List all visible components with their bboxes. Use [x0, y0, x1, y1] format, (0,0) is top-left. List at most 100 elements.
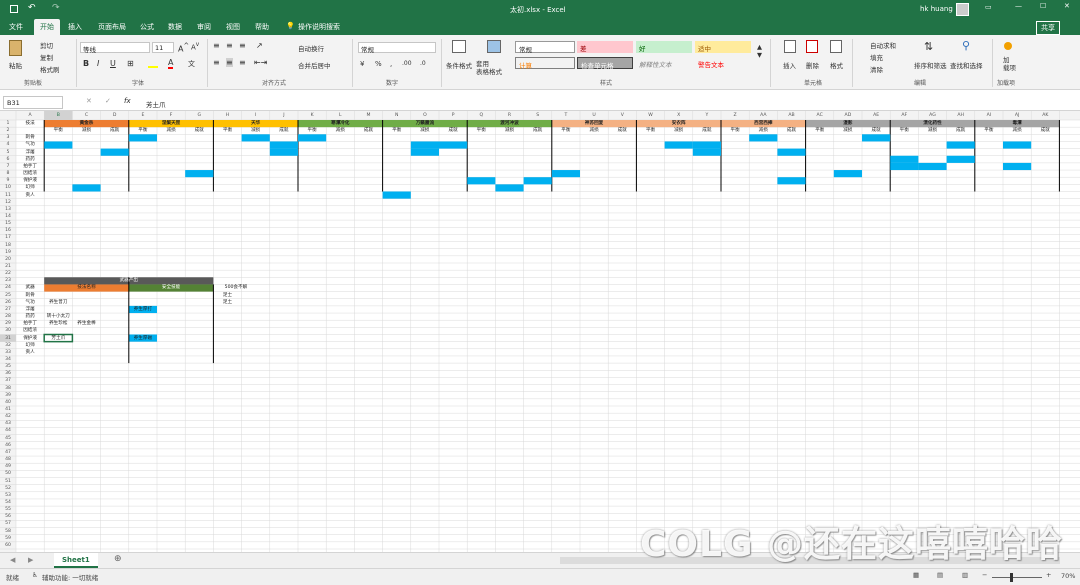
insert-cells-icon[interactable] [784, 40, 796, 53]
row-header[interactable]: 49 [0, 463, 16, 470]
save-icon[interactable] [10, 5, 18, 13]
row-header[interactable]: 45 [0, 435, 16, 442]
row-header[interactable]: 42 [0, 413, 16, 420]
row-header[interactable]: 53 [0, 492, 16, 499]
row-header[interactable]: 29 [0, 320, 16, 327]
highlighted-cell[interactable] [269, 148, 298, 156]
column-header-AI[interactable]: AI [975, 112, 1003, 119]
column-header-M[interactable]: M [354, 112, 382, 119]
find-select-button[interactable]: 查找和选择 [950, 60, 983, 70]
row-header[interactable]: 23 [0, 277, 16, 284]
decrease-decimal-icon[interactable]: .0 [420, 60, 426, 67]
row-header[interactable]: 16 [0, 227, 16, 234]
row-header[interactable]: 2 [0, 127, 16, 134]
highlighted-cell[interactable] [467, 177, 496, 185]
border-icon[interactable]: ⊞ [127, 59, 134, 68]
row-header[interactable]: 22 [0, 270, 16, 277]
zoom-out-icon[interactable]: − [982, 571, 987, 579]
tab-review[interactable]: 审阅 [197, 22, 211, 32]
row-header[interactable]: 37 [0, 377, 16, 384]
row-header[interactable]: 25 [0, 292, 16, 299]
find-select-icon[interactable]: ⚲ [962, 39, 970, 52]
column-header-E[interactable]: E [129, 112, 157, 119]
row-header[interactable]: 58 [0, 528, 16, 535]
column-header-B[interactable]: B [44, 112, 72, 119]
column-header-A[interactable]: A [16, 112, 44, 119]
cut-button[interactable]: 剪切 [40, 40, 53, 50]
normal-view-icon[interactable]: ▦ [913, 571, 919, 579]
accessibility-status[interactable]: 辅助功能: 一切就绪 [42, 572, 98, 582]
highlighted-cell[interactable] [523, 177, 552, 185]
highlighted-cell[interactable] [298, 134, 327, 142]
user-name[interactable]: hk huang [920, 5, 953, 13]
italic-button[interactable]: I [97, 59, 99, 68]
style-check-cell[interactable]: 检查单元格 [577, 57, 633, 70]
column-header-C[interactable]: C [72, 112, 100, 119]
autosum-button[interactable]: 自动求和 [870, 40, 896, 50]
column-header-N[interactable]: N [383, 112, 411, 119]
ribbon-display-icon[interactable]: ▭ [985, 3, 992, 11]
name-box[interactable]: B31 [3, 96, 63, 109]
highlighted-cell[interactable] [777, 177, 806, 185]
highlighted-cell[interactable] [692, 148, 721, 156]
highlighted-cell[interactable] [72, 184, 101, 192]
column-header-Y[interactable]: Y [693, 112, 721, 119]
style-calculation[interactable]: 计算 [515, 57, 575, 70]
highlighted-cell[interactable] [439, 141, 468, 149]
row-header[interactable]: 27 [0, 306, 16, 313]
page-break-view-icon[interactable]: ▥ [962, 571, 968, 579]
highlighted-cell[interactable] [495, 184, 524, 192]
style-explanatory[interactable]: 解释性文本 [636, 57, 692, 69]
row-header[interactable]: 46 [0, 442, 16, 449]
row-header[interactable]: 18 [0, 242, 16, 249]
highlighted-cell[interactable] [749, 134, 778, 142]
row-header[interactable]: 34 [0, 356, 16, 363]
sort-filter-button[interactable]: 排序和筛选 [914, 60, 947, 70]
comma-icon[interactable]: , [390, 60, 392, 68]
merge-center-button[interactable]: 合并后居中 [298, 60, 331, 70]
column-header-K[interactable]: K [298, 112, 326, 119]
row-header[interactable]: 35 [0, 363, 16, 370]
next-sheet-icon[interactable]: ▶ [28, 556, 33, 564]
redo-icon[interactable]: ↷ [52, 3, 60, 13]
align-top-icon[interactable]: ≡ [213, 41, 220, 50]
table-format-icon[interactable] [487, 40, 501, 53]
enter-formula-icon[interactable]: ✓ [105, 97, 111, 105]
column-header-O[interactable]: O [411, 112, 439, 119]
row-header[interactable]: 55 [0, 506, 16, 513]
delete-cells-icon[interactable] [806, 40, 818, 53]
zoom-level[interactable]: 70% [1061, 572, 1075, 580]
paste-button[interactable]: 粘贴 [9, 60, 22, 70]
undo-icon[interactable]: ↶ [28, 3, 36, 13]
column-header-AG[interactable]: AG [918, 112, 946, 119]
cancel-formula-icon[interactable]: ✕ [86, 97, 92, 105]
column-header-AB[interactable]: AB [777, 112, 805, 119]
row-header[interactable]: 54 [0, 499, 16, 506]
column-header-H[interactable]: H [213, 112, 241, 119]
tab-data[interactable]: 数据 [168, 22, 182, 32]
highlighted-cell[interactable] [551, 170, 580, 178]
column-header-AC[interactable]: AC [806, 112, 834, 119]
prev-sheet-icon[interactable]: ◀ [10, 556, 15, 564]
row-header[interactable]: 48 [0, 456, 16, 463]
highlighted-cell[interactable] [269, 141, 298, 149]
align-center-icon[interactable]: ≡ [226, 58, 233, 67]
highlighted-cell[interactable] [185, 170, 214, 178]
row-header[interactable]: 19 [0, 249, 16, 256]
row-header[interactable]: 13 [0, 206, 16, 213]
column-header-Z[interactable]: Z [721, 112, 749, 119]
row-header[interactable]: 1 [0, 120, 16, 127]
row-header[interactable]: 60 [0, 542, 16, 549]
underline-button[interactable]: U [110, 59, 116, 68]
format-painter-button[interactable]: 格式刷 [40, 64, 60, 74]
format-cells-button[interactable]: 格式 [830, 60, 843, 70]
highlighted-cell[interactable] [382, 191, 411, 199]
highlighted-cell[interactable] [918, 162, 947, 171]
highlighted-cell[interactable] [410, 141, 439, 149]
addin-icon[interactable] [1004, 42, 1012, 50]
tab-file[interactable]: 文件 [9, 22, 23, 32]
row-header[interactable]: 3 [0, 134, 16, 141]
row-header[interactable]: 36 [0, 370, 16, 377]
highlighted-cell[interactable] [890, 162, 919, 171]
zoom-in-icon[interactable]: + [1046, 571, 1051, 579]
